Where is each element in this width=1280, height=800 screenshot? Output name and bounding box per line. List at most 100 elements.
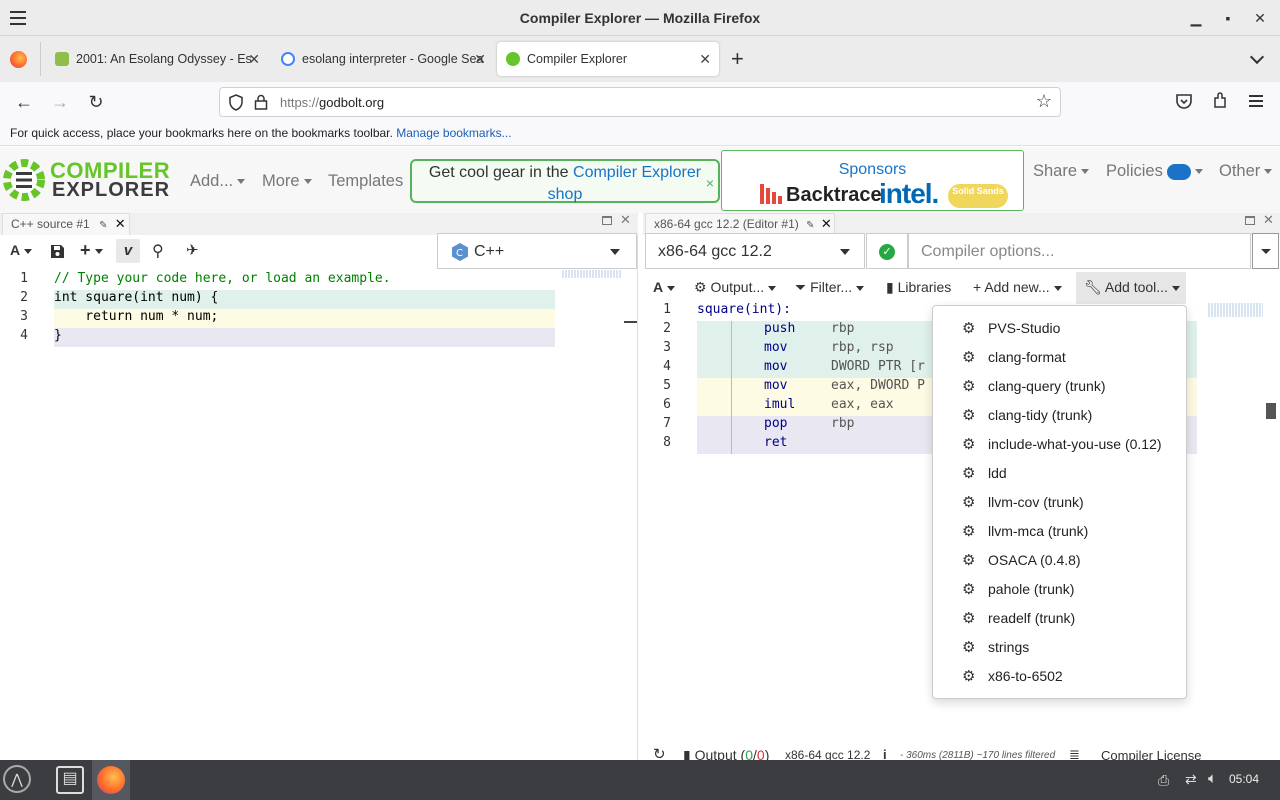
- tool-menu-item[interactable]: ⚙ llvm-mca (trunk): [933, 517, 1186, 546]
- pencil-icon[interactable]: ✎: [806, 220, 814, 231]
- asm-opcode[interactable]: mov: [764, 340, 787, 355]
- manage-bookmarks-link[interactable]: Manage bookmarks...: [396, 126, 511, 140]
- search-icon[interactable]: ⚲: [152, 241, 164, 261]
- list-icon[interactable]: ≣: [1069, 747, 1080, 760]
- asm-scrollbar[interactable]: [1266, 403, 1276, 419]
- close-window-button[interactable]: ✕: [1250, 8, 1270, 28]
- vim-mode-icon[interactable]: v: [116, 239, 140, 263]
- minimize-button[interactable]: ▁: [1186, 8, 1206, 28]
- close-banner-icon[interactable]: ×: [706, 172, 714, 194]
- maximize-pane-icon[interactable]: [602, 216, 612, 225]
- tool-menu-item[interactable]: ⚙ llvm-cov (trunk): [933, 488, 1186, 517]
- templates-menu[interactable]: Templates: [328, 172, 403, 191]
- tool-menu-item[interactable]: ⚙ clang-format: [933, 343, 1186, 372]
- reload-icon[interactable]: ↻: [84, 90, 108, 114]
- tab-esolang-odyssey[interactable]: 2001: An Esolang Odyssey - Es ✕: [46, 42, 268, 76]
- compiler-license-link[interactable]: Compiler License: [1101, 748, 1201, 760]
- back-icon[interactable]: ←: [12, 90, 36, 114]
- font-size-icon[interactable]: A: [653, 279, 676, 295]
- code-line[interactable]: int square(int num) {: [54, 290, 218, 305]
- close-tab-icon[interactable]: ✕: [248, 42, 260, 76]
- gear-icon: ⚙: [962, 494, 976, 511]
- save-icon[interactable]: [51, 245, 64, 258]
- other-menu[interactable]: Other: [1219, 162, 1273, 181]
- asm-opcode[interactable]: mov: [764, 378, 787, 393]
- libraries-button[interactable]: ▮ Libraries: [886, 279, 951, 296]
- close-pane-icon[interactable]: ✕: [620, 212, 631, 228]
- compiler-options-input[interactable]: Compiler options...: [908, 233, 1251, 269]
- volume-icon[interactable]: 🔈︎: [1208, 770, 1217, 787]
- tool-menu-item[interactable]: ⚙ clang-tidy (trunk): [933, 401, 1186, 430]
- tab-google-search[interactable]: esolang interpreter - Google Sea ✕: [272, 42, 494, 76]
- add-menu[interactable]: Add...: [190, 172, 246, 191]
- close-tab-icon[interactable]: ✕: [115, 216, 126, 231]
- tool-menu-item[interactable]: ⚙ clang-query (trunk): [933, 372, 1186, 401]
- maximize-button[interactable]: ▪: [1218, 8, 1238, 28]
- close-tab-icon[interactable]: ✕: [699, 42, 711, 76]
- add-pane-icon[interactable]: +: [80, 240, 103, 261]
- printer-icon[interactable]: ⎙: [1158, 772, 1169, 789]
- close-pane-icon[interactable]: ✕: [1263, 212, 1274, 228]
- tool-menu-item[interactable]: ⚙ readelf (trunk): [933, 604, 1186, 633]
- code-line[interactable]: // Type your code here, or load an examp…: [54, 271, 391, 286]
- open-menu-icon[interactable]: [1249, 95, 1263, 107]
- asm-label[interactable]: square(int):: [697, 302, 791, 317]
- asm-opcode[interactable]: pop: [764, 416, 787, 431]
- tab-compiler-explorer[interactable]: Compiler Explorer ✕: [497, 42, 719, 76]
- forward-icon[interactable]: →: [48, 90, 72, 114]
- asm-opcode[interactable]: imul: [764, 397, 795, 412]
- backtrace-logo[interactable]: Backtrace: [786, 184, 882, 207]
- add-tool-menu[interactable]: 🔧︎ Add tool...: [1076, 272, 1186, 304]
- output-button[interactable]: ▮ Output (0/0): [683, 747, 769, 760]
- backtrace-logo-icon[interactable]: [760, 182, 788, 206]
- solid-sands-logo[interactable]: Solid Sands: [948, 184, 1008, 208]
- asm-opcode[interactable]: push: [764, 321, 795, 336]
- font-size-icon[interactable]: A: [10, 242, 33, 258]
- bookmark-star-icon[interactable]: ☆: [1036, 91, 1052, 112]
- run-icon[interactable]: ✈: [186, 241, 199, 259]
- maximize-pane-icon[interactable]: [1245, 216, 1255, 225]
- info-icon[interactable]: i: [883, 747, 887, 760]
- tool-menu-item[interactable]: ⚙ pahole (trunk): [933, 575, 1186, 604]
- code-line[interactable]: }: [54, 328, 62, 343]
- more-menu[interactable]: More: [262, 172, 312, 191]
- options-dropdown[interactable]: [1252, 233, 1279, 269]
- compiler-select[interactable]: x86-64 gcc 12.2: [645, 233, 865, 269]
- compiler-explorer-logo-icon[interactable]: [2, 158, 46, 202]
- policies-menu[interactable]: Policies: [1106, 162, 1204, 181]
- editor-scrollbar[interactable]: [624, 321, 637, 323]
- start-menu-icon[interactable]: ⋀: [3, 765, 31, 793]
- file-manager-icon[interactable]: ▤: [56, 766, 84, 794]
- network-icon[interactable]: ⇄: [1185, 771, 1197, 788]
- extensions-icon[interactable]: [1211, 92, 1229, 110]
- tool-menu-item[interactable]: ⚙ PVS-Studio: [933, 314, 1186, 343]
- firefox-view-icon[interactable]: [10, 51, 27, 68]
- close-tab-icon[interactable]: ✕: [821, 216, 832, 231]
- url-bar[interactable]: https://godbolt.org ☆: [219, 87, 1061, 117]
- pencil-icon[interactable]: ✎: [99, 220, 107, 231]
- tool-menu-item[interactable]: ⚙ include-what-you-use (0.12): [933, 430, 1186, 459]
- shop-link-2[interactable]: shop: [548, 186, 583, 203]
- share-menu[interactable]: Share: [1033, 162, 1090, 181]
- shop-link[interactable]: Compiler Explorer: [573, 164, 701, 181]
- tool-menu-item[interactable]: ⚙ x86-to-6502: [933, 662, 1186, 691]
- close-tab-icon[interactable]: ✕: [474, 42, 486, 76]
- output-menu[interactable]: ⚙ Output...: [694, 279, 777, 296]
- compiler-tab[interactable]: x86-64 gcc 12.2 (Editor #1) ✎ ✕: [645, 213, 835, 235]
- asm-opcode[interactable]: ret: [764, 435, 787, 450]
- tool-menu-item[interactable]: ⚙ strings: [933, 633, 1186, 662]
- filter-menu[interactable]: ⏷ Filter...: [795, 279, 865, 296]
- tool-menu-item[interactable]: ⚙ OSACA (0.4.8): [933, 546, 1186, 575]
- tool-menu-item[interactable]: ⚙ ldd: [933, 459, 1186, 488]
- firefox-taskbar-button[interactable]: [92, 760, 130, 800]
- pocket-icon[interactable]: [1175, 93, 1193, 110]
- intel-logo[interactable]: intel.: [879, 178, 939, 210]
- status-compiler-name: x86-64 gcc 12.2: [785, 748, 871, 760]
- asm-opcode[interactable]: mov: [764, 359, 787, 374]
- refresh-icon[interactable]: ↻: [653, 745, 666, 760]
- editor-tab[interactable]: C++ source #1 ✎ ✕: [2, 213, 130, 235]
- code-line[interactable]: return num * num;: [54, 309, 218, 324]
- language-select[interactable]: C C++: [437, 233, 637, 269]
- new-tab-icon[interactable]: +: [731, 46, 744, 72]
- add-new-menu[interactable]: + Add new...: [973, 279, 1062, 295]
